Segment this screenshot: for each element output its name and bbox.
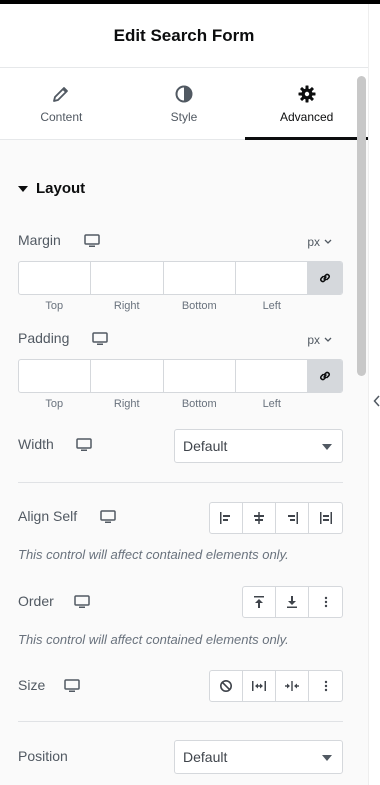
align-start-button[interactable] [210,503,243,533]
block-icon [220,680,232,692]
align-stretch-icon [319,512,332,524]
padding-left-input[interactable] [236,360,308,392]
padding-top-label: Top [45,398,64,410]
padding-top-input[interactable] [19,360,92,392]
caret-down-icon [322,444,332,450]
tab-advanced-label: Advanced [279,109,334,124]
section-layout-toggle[interactable]: Layout [18,180,85,197]
gear-icon [298,85,316,102]
desktop-icon[interactable] [76,438,92,452]
margin-right-input[interactable] [91,262,164,294]
link-icon [320,371,330,381]
position-value: Default [183,749,228,765]
desktop-icon[interactable] [74,595,90,609]
align-self-buttons [209,502,343,534]
order-buttons [242,586,343,618]
shrink-horizontal-icon [285,681,299,691]
padding-inputs [18,359,343,393]
margin-bottom-input[interactable] [164,262,236,294]
padding-left-label: Left [262,398,281,410]
padding-unit: px [307,333,320,347]
margin-top-label: Top [45,300,64,312]
size-more-button[interactable] [309,671,342,701]
padding-unit-select[interactable]: px [307,333,332,347]
size-buttons [209,670,343,702]
order-note: This control will affect contained eleme… [18,632,289,647]
expand-horizontal-icon [252,681,266,691]
divider [18,721,343,722]
tab-content[interactable]: Content [0,68,123,139]
link-icon [320,273,330,283]
margin-left-input[interactable] [236,262,308,294]
size-label: Size [18,677,46,693]
tab-style-label: Style [170,109,198,124]
position-label: Position [18,748,68,764]
margin-side-labels: Top Right Bottom Left [18,300,308,312]
width-value: Default [183,438,228,454]
align-center-icon [254,512,264,524]
margin-inputs [18,261,343,295]
align-end-icon [288,512,298,524]
section-title: Layout [36,180,86,197]
desktop-icon[interactable] [100,510,116,524]
arrow-to-bottom-icon [287,596,297,608]
tab-advanced[interactable]: Advanced [245,68,368,140]
align-self-label: Align Self [18,508,78,524]
more-vertical-icon [324,680,327,692]
tab-content-label: Content [40,109,83,124]
caret-down-icon [18,185,28,192]
align-center-button[interactable] [243,503,276,533]
order-more-button[interactable] [309,587,342,617]
desktop-icon[interactable] [92,332,108,346]
padding-right-label: Right [113,398,140,410]
padding-side-labels: Top Right Bottom Left [18,398,308,410]
tab-style[interactable]: Style [123,68,246,139]
chevron-down-icon [324,239,332,244]
margin-bottom-label: Bottom [181,300,217,312]
margin-label: Margin [18,232,61,248]
order-last-button[interactable] [276,587,309,617]
margin-top-input[interactable] [19,262,92,294]
width-select[interactable]: Default [174,429,343,463]
align-end-button[interactable] [276,503,309,533]
size-grow-button[interactable] [243,671,276,701]
pencil-icon [53,86,69,102]
contrast-icon [175,85,193,102]
padding-bottom-input[interactable] [164,360,236,392]
panel-content: Layout Margin px Top Right Bottom Left P… [0,140,368,785]
chevron-down-icon [324,337,332,342]
width-label: Width [18,436,54,452]
position-select[interactable]: Default [174,740,343,774]
margin-unit: px [307,235,320,249]
panel-tabs: Content Style Advanced [0,68,368,140]
padding-bottom-label: Bottom [181,398,217,410]
panel-scrollbar[interactable] [357,76,366,376]
align-stretch-button[interactable] [309,503,342,533]
editor-panel: Edit Search Form Content Style Advanced … [0,4,368,785]
size-shrink-button[interactable] [276,671,309,701]
desktop-icon[interactable] [84,234,100,248]
margin-link-button[interactable] [308,262,342,294]
panel-title: Edit Search Form [113,25,255,45]
arrow-to-top-icon [254,596,264,608]
panel-header: Edit Search Form [0,4,368,68]
order-label: Order [18,593,54,609]
align-start-icon [220,512,230,524]
padding-right-input[interactable] [91,360,164,392]
padding-link-button[interactable] [308,360,342,392]
caret-down-icon [322,755,332,761]
order-first-button[interactable] [243,587,276,617]
align-self-note: This control will affect contained eleme… [18,547,289,562]
margin-right-label: Right [113,300,140,312]
size-none-button[interactable] [210,671,243,701]
collapse-panel-icon[interactable] [373,395,380,407]
padding-label: Padding [18,330,70,346]
margin-unit-select[interactable]: px [307,235,332,249]
margin-left-label: Left [262,300,281,312]
desktop-icon[interactable] [64,679,80,693]
divider [18,482,343,483]
more-vertical-icon [324,596,327,608]
